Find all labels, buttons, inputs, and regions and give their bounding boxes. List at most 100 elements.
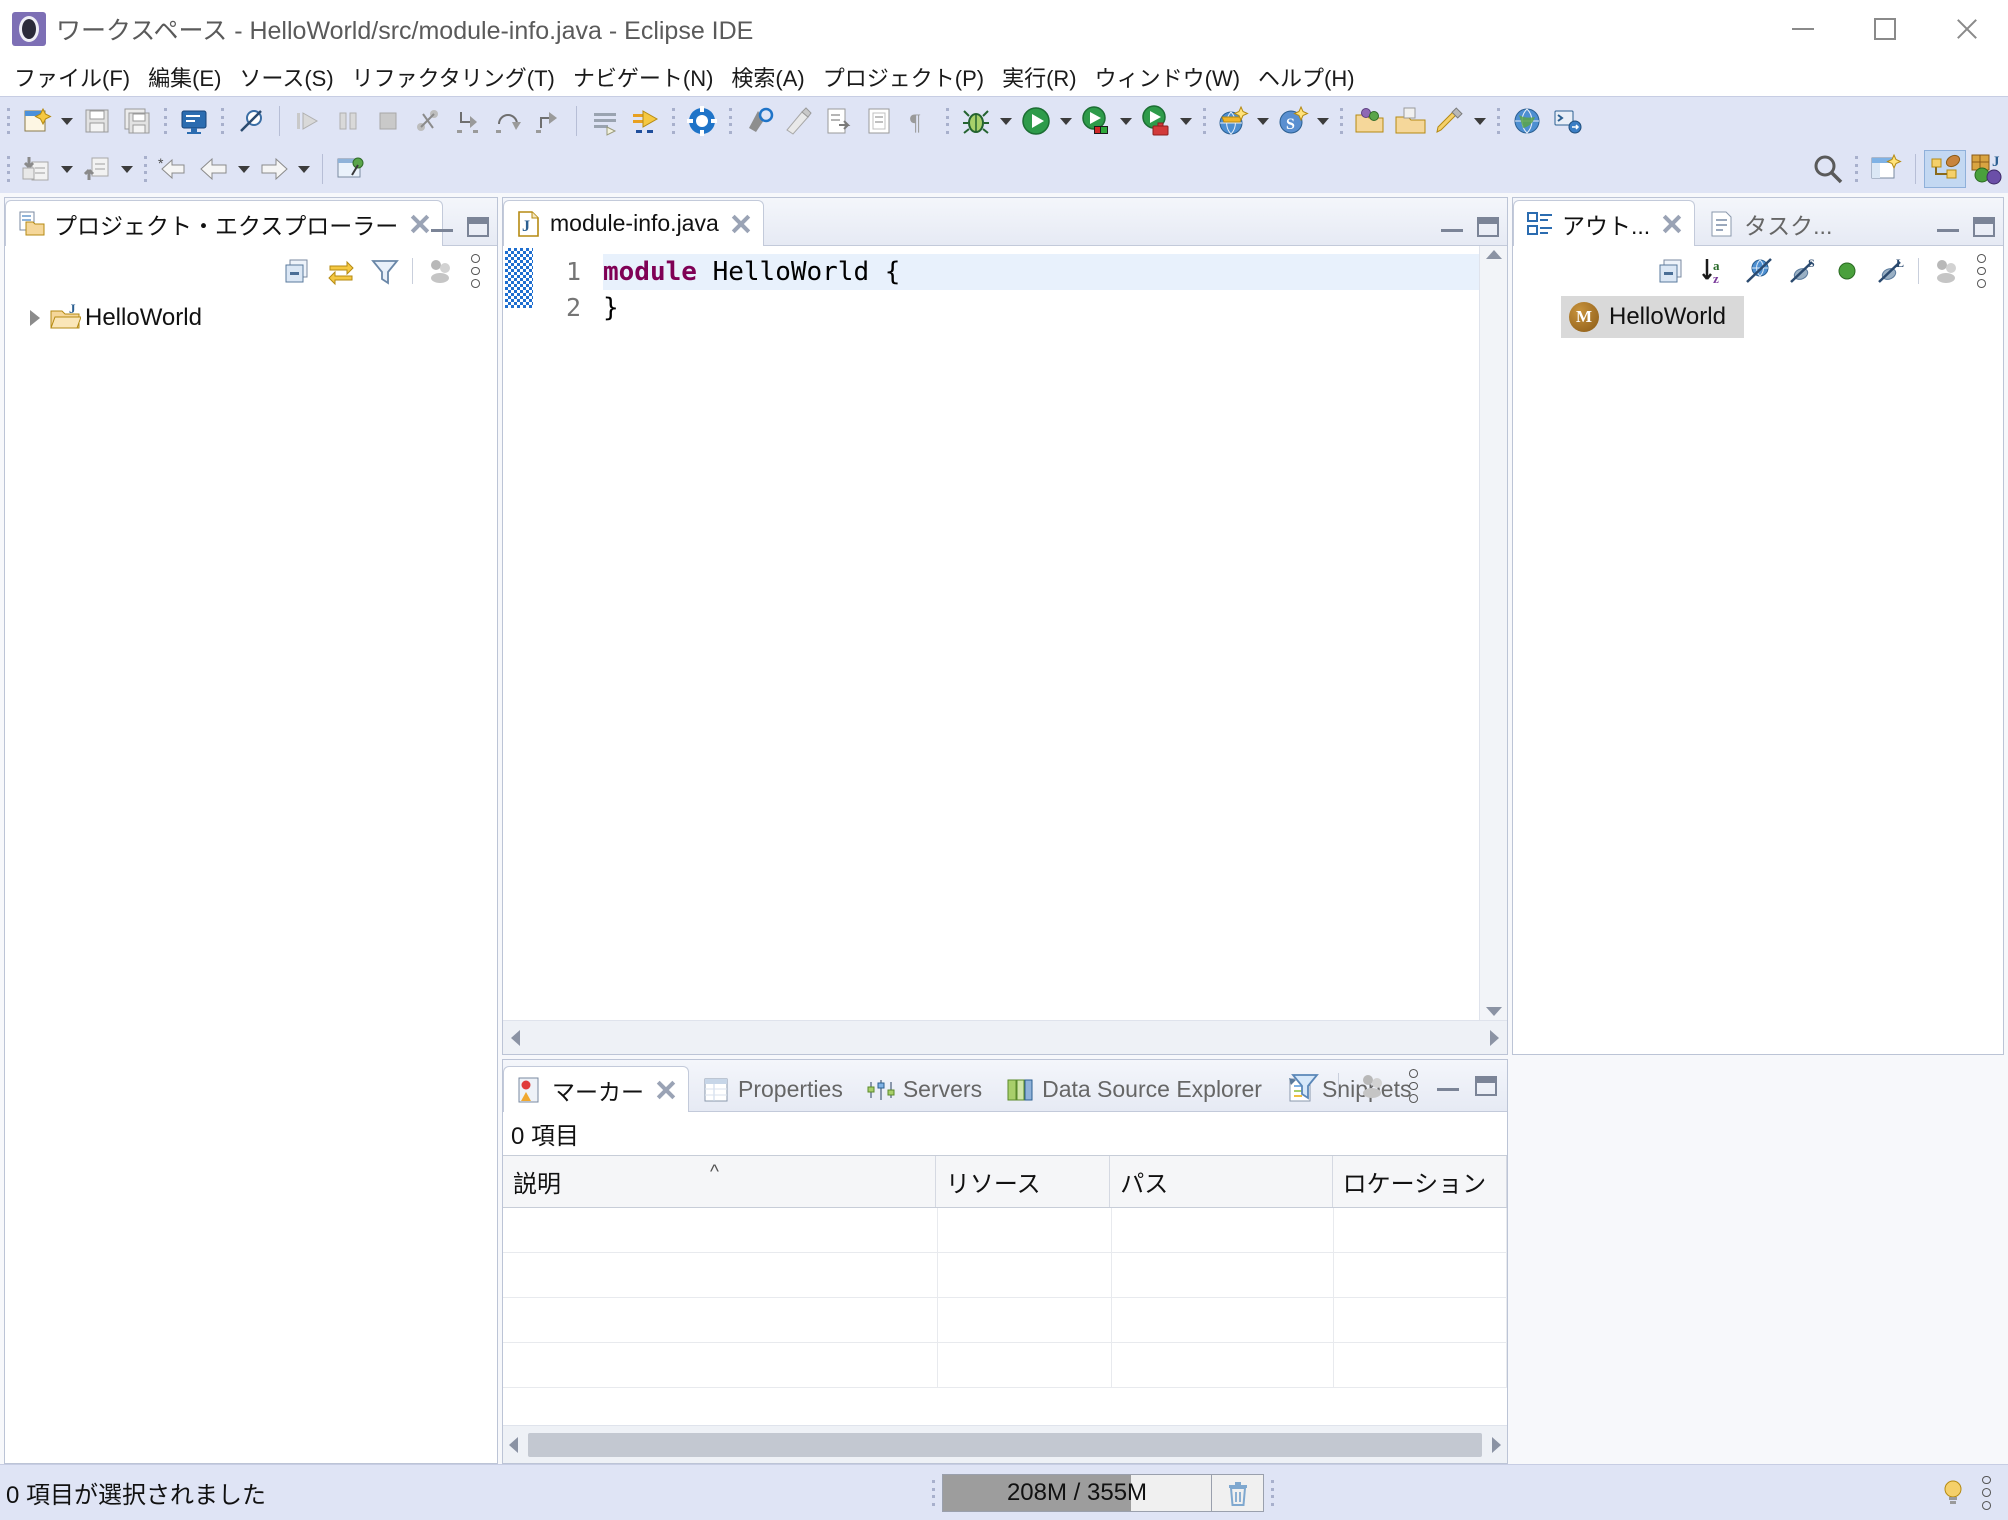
focus-on-active-task-icon[interactable] [423, 254, 457, 288]
import-dropdown-icon[interactable] [57, 150, 77, 188]
heap-monitor[interactable]: 208M / 355M [925, 1474, 1281, 1512]
search-ref-icon[interactable] [740, 102, 778, 140]
toolbar-grip[interactable] [161, 106, 170, 136]
column-header-resource[interactable]: リソース [936, 1156, 1110, 1207]
editor-vertical-scrollbar[interactable] [1479, 246, 1507, 1020]
menu-window[interactable]: ウィンドウ(W) [1086, 59, 1249, 95]
column-header-path[interactable]: パス [1110, 1156, 1332, 1207]
back-icon[interactable] [195, 150, 233, 188]
toolbar-grip[interactable] [669, 106, 678, 136]
minimize-button[interactable] [1762, 0, 1844, 58]
scroll-left-icon[interactable] [511, 1030, 520, 1046]
scroll-right-icon[interactable] [1490, 1030, 1499, 1046]
open-perspective-button[interactable] [1865, 150, 1907, 188]
filter-icon[interactable] [1288, 1069, 1322, 1103]
collapse-all-icon[interactable] [1654, 254, 1688, 288]
maximize-view-icon[interactable] [1475, 1076, 1497, 1096]
debug-dropdown-icon[interactable] [996, 102, 1016, 140]
run-dropdown-icon[interactable] [1056, 102, 1076, 140]
scrollbar-thumb[interactable] [528, 1433, 1482, 1457]
toggle-markoccurrences-icon[interactable] [586, 102, 624, 140]
minimize-view-icon[interactable] [1437, 1079, 1459, 1093]
tab-data-source-explorer[interactable]: Data Source Explorer [993, 1066, 1273, 1112]
menu-file[interactable]: ファイル(F) [5, 59, 139, 95]
menu-help[interactable]: ヘルプ(H) [1249, 59, 1364, 95]
tab-servers[interactable]: Servers [854, 1066, 993, 1112]
open-console-icon[interactable] [175, 102, 213, 140]
heap-progress-bar[interactable]: 208M / 355M [942, 1474, 1212, 1512]
show-whitespace-icon[interactable]: ¶ [900, 102, 938, 140]
new-spring-icon[interactable]: S [1274, 102, 1312, 140]
scroll-right-icon[interactable] [1492, 1437, 1501, 1453]
export-icon[interactable] [78, 150, 116, 188]
tab-properties[interactable]: Properties [689, 1066, 854, 1112]
skip-breakpoints-icon[interactable] [232, 102, 270, 140]
close-icon[interactable] [408, 212, 432, 236]
toolbar-grip[interactable] [1200, 106, 1209, 136]
menu-edit[interactable]: 編集(E) [139, 59, 230, 95]
close-button[interactable] [1926, 0, 2008, 58]
hide-nonpublic-icon[interactable] [1830, 254, 1864, 288]
back-dropdown-icon[interactable] [234, 150, 254, 188]
menu-source[interactable]: ソース(S) [230, 59, 342, 95]
open-type-icon[interactable] [626, 102, 664, 140]
toolbar-grip[interactable] [1337, 106, 1346, 136]
toolbar-grip[interactable] [4, 106, 13, 136]
project-tree[interactable]: J HelloWorld [5, 296, 497, 1463]
build-icon[interactable] [683, 102, 721, 140]
minimize-view-icon[interactable] [1441, 220, 1463, 234]
table-row[interactable] [503, 1208, 1507, 1253]
tab-outline[interactable]: アウト... [1513, 200, 1695, 246]
view-menu-icon[interactable] [1978, 1476, 1994, 1510]
open-perspective-icon[interactable] [1351, 102, 1389, 140]
java-ee-perspective-button[interactable] [1924, 150, 1966, 188]
annotation-icon[interactable] [780, 102, 818, 140]
editor-marker-bar[interactable] [503, 246, 535, 1020]
quick-access-search-icon[interactable] [1809, 150, 1847, 188]
tab-markers[interactable]: マーカー [503, 1066, 689, 1112]
toolbar-grip[interactable] [1852, 154, 1861, 184]
link-with-editor-icon[interactable] [324, 254, 358, 288]
heap-grip[interactable] [929, 1478, 938, 1508]
run-icon[interactable] [1017, 102, 1055, 140]
maximize-view-icon[interactable] [1973, 217, 1995, 237]
tree-item-helloworld[interactable]: J HelloWorld [5, 296, 497, 340]
new-web-icon[interactable] [1214, 102, 1252, 140]
hide-fields-icon[interactable] [1742, 254, 1776, 288]
tab-module-info-java[interactable]: J module-info.java [503, 200, 764, 246]
table-row[interactable] [503, 1253, 1507, 1298]
scroll-left-icon[interactable] [509, 1437, 518, 1453]
menu-navigate[interactable]: ナビゲート(N) [564, 59, 723, 95]
step-into-icon[interactable] [449, 102, 487, 140]
table-row[interactable] [503, 1343, 1507, 1388]
chevron-right-icon[interactable] [21, 304, 49, 332]
outline-item-helloworld[interactable]: M HelloWorld [1561, 296, 1744, 338]
collapse-all-icon[interactable] [280, 254, 314, 288]
hide-static-icon[interactable]: S [1786, 254, 1820, 288]
editor-horizontal-scrollbar[interactable] [503, 1020, 1507, 1054]
pin-editor-icon[interactable] [332, 150, 370, 188]
view-menu-icon[interactable] [1973, 254, 1989, 288]
new-spring-dropdown-icon[interactable] [1313, 102, 1333, 140]
forward-dropdown-icon[interactable] [294, 150, 314, 188]
quickfix-bulb-icon[interactable] [1942, 1478, 1964, 1508]
menu-run[interactable]: 実行(R) [993, 59, 1086, 95]
table-row[interactable] [503, 1298, 1507, 1343]
forward-icon[interactable] [255, 150, 293, 188]
run-external-icon[interactable] [1137, 102, 1175, 140]
maximize-view-icon[interactable] [467, 217, 489, 237]
debug-icon[interactable] [957, 102, 995, 140]
export-dropdown-icon[interactable] [117, 150, 137, 188]
code-text[interactable]: module HelloWorld { } [593, 246, 1479, 1020]
run-gc-button[interactable] [1212, 1474, 1264, 1512]
minimize-view-icon[interactable] [431, 220, 453, 234]
coverage-dropdown-icon[interactable] [1116, 102, 1136, 140]
heap-grip[interactable] [1268, 1478, 1277, 1508]
outline-tree[interactable]: M HelloWorld [1513, 296, 2003, 1054]
toolbar-grip[interactable] [943, 106, 952, 136]
scroll-up-icon[interactable] [1486, 250, 1502, 259]
column-header-description[interactable]: 説明 ^ [503, 1156, 936, 1207]
menu-project[interactable]: プロジェクト(P) [814, 59, 993, 95]
import-icon[interactable] [18, 150, 56, 188]
close-icon[interactable] [654, 1078, 678, 1102]
